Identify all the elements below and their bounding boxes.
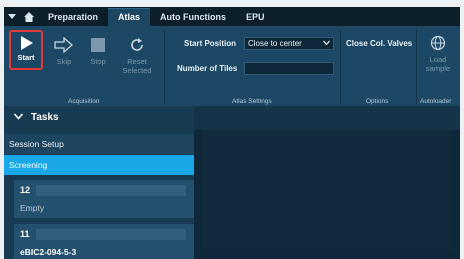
grid-slot-name-field[interactable]: [36, 185, 186, 196]
close-col-valves-option[interactable]: Close Col. Valves: [346, 39, 412, 48]
group-label-autoloader: Autoloader: [420, 98, 452, 105]
atlas-canvas[interactable]: [202, 120, 452, 250]
stop-label: Stop: [90, 57, 106, 66]
tab-epu[interactable]: EPU: [236, 9, 275, 26]
load-sample-button[interactable]: Load sample: [420, 32, 456, 90]
chevron-down-icon: [13, 112, 24, 123]
collapse-ribbon-icon[interactable]: [4, 7, 20, 26]
number-of-tiles-input[interactable]: [244, 62, 334, 75]
group-label-atlas-settings: Atlas Settings: [232, 98, 272, 105]
start-position-select[interactable]: Close to center: [244, 37, 334, 50]
home-icon[interactable]: [20, 7, 38, 26]
grid-slot[interactable]: 11 eBIC2-094-5-3: [14, 224, 196, 259]
tab-atlas[interactable]: Atlas: [108, 8, 151, 26]
tab-auto-functions[interactable]: Auto Functions: [150, 9, 236, 26]
tab-preparation[interactable]: Preparation: [38, 9, 108, 26]
chevron-down-icon: [323, 39, 330, 50]
tasks-panel: Tasks Session Setup Screening 12 Empty 1…: [4, 106, 196, 259]
ribbon-separator: [340, 30, 341, 104]
start-position-label: Start Position: [184, 39, 237, 48]
start-position-value: Close to center: [248, 39, 302, 48]
epu-window: Preparation Atlas Auto Functions EPU Sta…: [4, 7, 460, 259]
stop-button[interactable]: Stop: [81, 32, 115, 90]
number-of-tiles-label: Number of Tiles: [177, 64, 238, 73]
ribbon: Start Skip Stop Reset Selected Start Pos…: [4, 26, 460, 106]
group-label-options: Options: [366, 98, 389, 105]
stop-icon: [91, 38, 105, 52]
tasks-header[interactable]: Tasks: [4, 106, 194, 128]
skip-button[interactable]: Skip: [47, 32, 81, 90]
ribbon-separator: [416, 30, 417, 104]
start-button[interactable]: Start: [9, 30, 43, 70]
start-label: Start: [17, 53, 35, 62]
atlas-view-header: [194, 106, 460, 130]
task-screening[interactable]: Screening: [4, 155, 194, 175]
reset-selected-label: Reset Selected: [122, 57, 152, 75]
load-sample-label: Load sample: [425, 55, 451, 73]
tasks-title: Tasks: [31, 111, 59, 123]
arrow-right-icon: [54, 37, 73, 53]
grid-slot-status: Empty: [20, 203, 45, 213]
reset-selected-button[interactable]: Reset Selected: [117, 32, 157, 90]
task-session-setup[interactable]: Session Setup: [4, 134, 194, 154]
grid-slot-number: 11: [20, 229, 30, 239]
grid-slot-status: eBIC2-094-5-3: [20, 247, 77, 257]
play-icon: [21, 36, 33, 50]
grid-slot-name-field[interactable]: [36, 229, 186, 240]
skip-label: Skip: [56, 57, 72, 66]
grid-slot-number: 12: [20, 185, 31, 195]
grid-slot[interactable]: 12 Empty: [14, 180, 196, 218]
refresh-icon: [131, 38, 143, 51]
ribbon-separator: [164, 30, 165, 104]
group-label-acquisition: Acquisition: [68, 98, 100, 105]
tab-bar: Preparation Atlas Auto Functions EPU: [4, 7, 460, 26]
globe-icon: [430, 35, 446, 51]
